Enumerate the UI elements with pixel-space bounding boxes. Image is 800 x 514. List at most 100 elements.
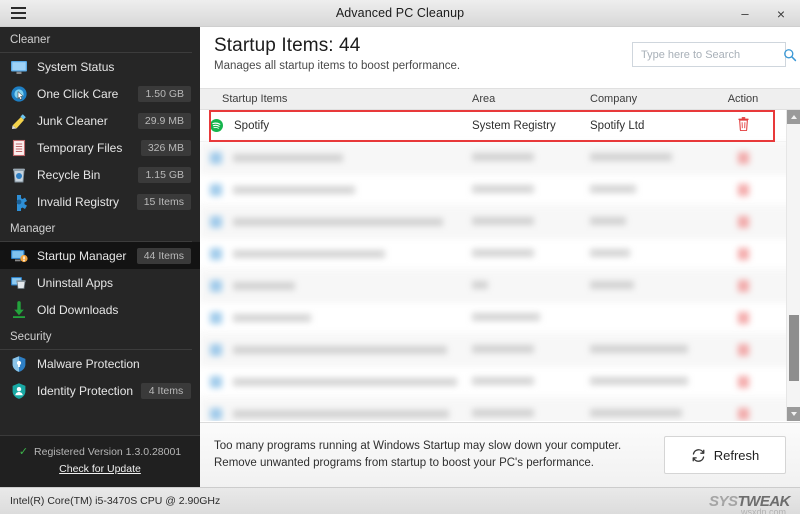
title-bar: Advanced PC Cleanup – × [0,0,800,27]
cell-action[interactable] [718,247,768,260]
sidebar-item-badge: 29.9 MB [137,112,191,129]
table-row[interactable] [200,206,800,238]
company-value [590,184,636,193]
cell-action[interactable] [718,279,768,292]
startup-item-name: Spotify [234,119,270,132]
cell-action[interactable] [718,117,768,134]
cell-action[interactable] [718,215,768,228]
sidebar-item-label: Recycle Bin [37,167,101,182]
trash-icon[interactable] [737,183,749,196]
sidebar-item-badge: 4 Items [141,382,191,399]
sidebar-item-label: Uninstall Apps [37,275,114,290]
company-value [590,248,630,257]
scroll-thumb[interactable] [789,315,799,381]
cell-action[interactable] [718,407,768,420]
cell-startup-item [200,247,472,260]
cell-area [472,312,590,324]
sidebar-item-one-click-care[interactable]: One Click Care 1.50 GB [0,80,200,107]
trash-icon[interactable] [737,279,749,292]
search-input[interactable] [641,48,783,61]
table-row[interactable] [200,302,800,334]
sidebar-item-uninstall-apps[interactable]: Uninstall Apps [0,269,200,296]
trash-icon[interactable] [737,311,749,324]
app-icon [210,279,222,292]
check-for-update-link[interactable]: Check for Update [59,463,141,475]
sidebar-item-label: Identity Protection [37,383,134,398]
cell-area [472,248,590,260]
cell-startup-item [200,343,472,356]
cell-action[interactable] [718,343,768,356]
table-row[interactable] [200,366,800,398]
trash-icon[interactable] [737,247,749,260]
recycle-bin-icon [10,166,28,184]
scroll-down-icon[interactable] [787,407,800,421]
startup-item-name [233,409,449,418]
area-value [472,312,540,321]
cell-area [472,184,590,196]
area-value [472,152,534,161]
sidebar-item-label: Invalid Registry [37,194,120,209]
registered-version: ✓ Registered Version 1.3.0.28001 [0,445,200,459]
minimize-button[interactable]: – [728,0,762,27]
cell-company [590,408,718,420]
refresh-button[interactable]: Refresh [664,436,786,474]
cell-action[interactable] [718,311,768,324]
sidebar-item-identity-protection[interactable]: Identity Protection 4 Items [0,377,200,404]
sidebar-item-temporary-files[interactable]: Temporary Files 326 MB [0,134,200,161]
table-row[interactable] [200,334,800,366]
sidebar-item-system-status[interactable]: System Status [0,53,200,80]
startup-hint: Too many programs running at Windows Sta… [214,438,664,472]
cell-startup-item [200,375,472,388]
table-row[interactable] [200,142,800,174]
trash-icon[interactable] [737,375,749,388]
sidebar-item-badge: 1.15 GB [138,166,191,183]
table-scrollbar[interactable] [786,110,800,421]
sidebar-item-startup-manager[interactable]: Startup Manager 44 Items [0,242,200,269]
company-value [590,280,634,289]
status-bar: Intel(R) Core(TM) i5-3470S CPU @ 2.90GHz… [0,487,800,514]
shield-icon [10,355,28,373]
trash-icon[interactable] [737,117,750,134]
cell-company [590,248,718,260]
scroll-up-icon[interactable] [787,110,800,124]
table-row[interactable]: Spotify System Registry Spotify Ltd [200,110,800,142]
sidebar-item-label: Malware Protection [37,356,140,371]
sidebar-item-old-downloads[interactable]: Old Downloads [0,296,200,323]
sidebar-section-security: Security [0,323,192,350]
cell-action[interactable] [718,151,768,164]
trash-icon[interactable] [737,407,749,420]
search-box[interactable] [632,42,797,67]
table-row[interactable] [200,270,800,302]
column-header-action: Action [727,93,759,105]
sidebar-item-junk-cleaner[interactable]: Junk Cleaner 29.9 MB [0,107,200,134]
cell-action[interactable] [718,183,768,196]
column-header-startup-items: Startup Items [222,93,288,105]
startup-item-name [233,281,295,290]
cell-company: Spotify Ltd [590,119,645,132]
hamburger-menu-icon[interactable] [0,0,34,27]
main-panel: Startup Items: 44 Manages all startup it… [200,27,800,487]
trash-icon[interactable] [737,343,749,356]
cell-action[interactable] [718,375,768,388]
column-header-area: Area [472,93,496,105]
table-row[interactable] [200,238,800,270]
sidebar-item-invalid-registry[interactable]: Invalid Registry 15 Items [0,188,200,215]
sidebar-item-badge: 44 Items [136,247,191,264]
area-value [472,184,534,193]
close-button[interactable]: × [762,0,800,27]
cell-area [472,152,590,164]
sidebar-item-recycle-bin[interactable]: Recycle Bin 1.15 GB [0,161,200,188]
cell-area [472,344,590,356]
trash-icon[interactable] [737,215,749,228]
table-row[interactable] [200,398,800,421]
cell-company [590,280,718,292]
startup-hint-line1: Too many programs running at Windows Sta… [214,440,622,452]
table-row[interactable] [200,174,800,206]
cell-company [590,152,718,164]
cell-startup-item [200,215,472,228]
cell-startup-item [200,279,472,292]
search-icon[interactable] [783,48,797,62]
trash-icon[interactable] [737,151,749,164]
brand-prefix: SYS [708,492,738,510]
sidebar-item-malware-protection[interactable]: Malware Protection [0,350,200,377]
